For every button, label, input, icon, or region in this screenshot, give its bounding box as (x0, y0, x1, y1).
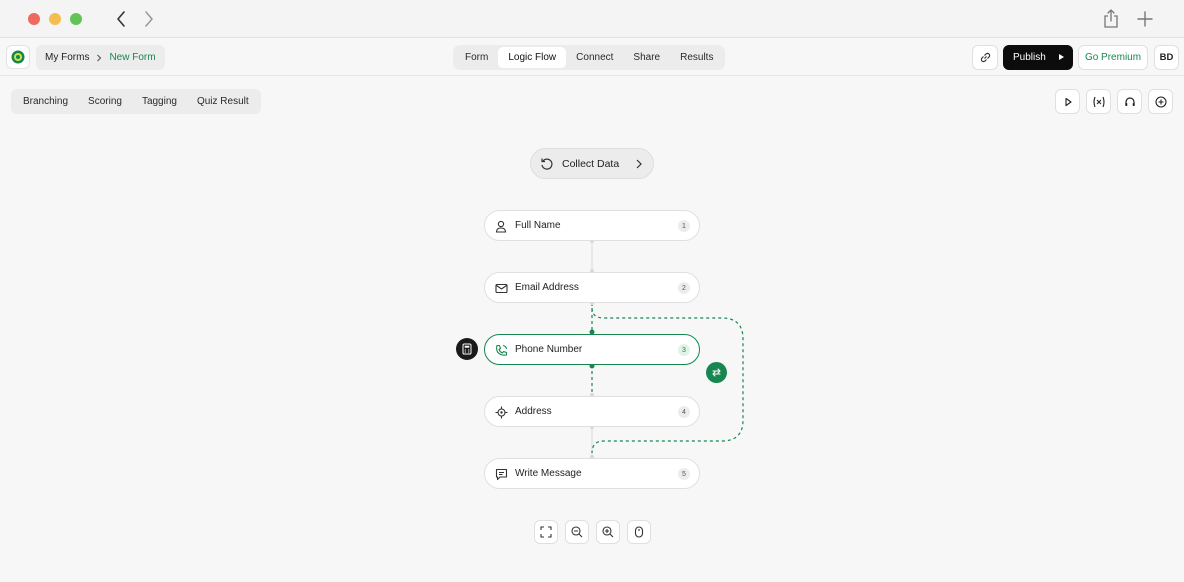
link-icon (980, 52, 990, 63)
app-header: My Forms New Form Form Logic Flow Connec… (0, 39, 1184, 76)
chevron-right-icon (97, 54, 102, 61)
node-label: Write Message (515, 468, 582, 479)
zoom-out-button[interactable] (565, 520, 589, 544)
preview-button[interactable] (1055, 89, 1080, 114)
tab-logic-flow[interactable]: Logic Flow (498, 47, 567, 68)
subtab-branching[interactable]: Branching (13, 91, 78, 112)
zoom-out-icon (571, 526, 583, 538)
main-tabs: Form Logic Flow Connect Share Results (453, 45, 726, 70)
node-number-badge: 3 (678, 344, 690, 356)
chevron-right-icon (636, 159, 642, 169)
caret-right-icon (1059, 54, 1064, 60)
location-icon (494, 405, 508, 419)
logic-subtabs: Branching Scoring Tagging Quiz Result (11, 89, 261, 114)
mouse-mode-button[interactable] (627, 520, 651, 544)
avatar[interactable]: BD (1154, 45, 1179, 70)
calculator-icon (462, 343, 472, 355)
phone-icon (494, 343, 508, 357)
flow-node-full-name[interactable]: Full Name 1 (484, 210, 700, 241)
mail-icon (494, 281, 508, 295)
branch-logic-button[interactable] (706, 362, 727, 383)
swap-arrows-icon (712, 368, 721, 377)
publish-button[interactable]: Publish (1003, 45, 1073, 70)
node-number-badge: 5 (678, 468, 690, 480)
share-icon[interactable] (1100, 8, 1122, 30)
node-number-badge: 1 (678, 220, 690, 232)
mouse-icon (634, 526, 644, 538)
flow-node-write-message[interactable]: Write Message 5 (484, 458, 700, 489)
flow-node-address[interactable]: Address 4 (484, 396, 700, 427)
flow-node-email-address[interactable]: Email Address 2 (484, 272, 700, 303)
maximize-window-button[interactable] (70, 13, 82, 25)
variables-button[interactable] (1086, 89, 1111, 114)
tab-form[interactable]: Form (455, 47, 498, 68)
publish-label: Publish (1013, 52, 1046, 63)
fullscreen-icon (540, 526, 552, 538)
message-icon (494, 467, 508, 481)
node-label: Address (515, 406, 552, 417)
forward-arrow-icon[interactable] (138, 8, 160, 30)
subtab-tagging[interactable]: Tagging (132, 91, 187, 112)
breadcrumb-root[interactable]: My Forms (45, 52, 89, 63)
plus-circle-icon (1154, 95, 1167, 108)
breadcrumb: My Forms New Form (36, 45, 165, 70)
node-label: Email Address (515, 282, 579, 293)
window-titlebar (0, 0, 1184, 38)
variable-icon (1092, 96, 1105, 107)
close-window-button[interactable] (28, 13, 40, 25)
support-button[interactable] (1117, 89, 1142, 114)
node-label: Full Name (515, 220, 561, 231)
calculator-button[interactable] (456, 338, 478, 360)
node-number-badge: 4 (678, 406, 690, 418)
subtab-quiz-result[interactable]: Quiz Result (187, 91, 259, 112)
breadcrumb-current[interactable]: New Form (109, 52, 155, 63)
go-premium-button[interactable]: Go Premium (1078, 45, 1148, 70)
play-icon (1064, 97, 1072, 106)
fit-view-button[interactable] (534, 520, 558, 544)
subtab-scoring[interactable]: Scoring (78, 91, 132, 112)
app-logo-icon[interactable] (6, 45, 30, 69)
flow-node-phone-number[interactable]: Phone Number 3 (484, 334, 700, 365)
node-label: Phone Number (515, 344, 583, 355)
tab-share[interactable]: Share (623, 47, 670, 68)
copy-link-button[interactable] (972, 45, 998, 70)
back-arrow-icon[interactable] (110, 8, 132, 30)
refresh-icon (541, 158, 553, 170)
tab-connect[interactable]: Connect (566, 47, 623, 68)
zoom-in-button[interactable] (596, 520, 620, 544)
zoom-in-icon (602, 526, 614, 538)
headset-icon (1124, 96, 1135, 106)
tab-results[interactable]: Results (670, 47, 723, 68)
person-icon (494, 219, 508, 233)
add-button[interactable] (1148, 89, 1173, 114)
collect-data-button[interactable]: Collect Data (530, 148, 654, 179)
collect-data-label: Collect Data (562, 158, 620, 170)
minimize-window-button[interactable] (49, 13, 61, 25)
new-tab-icon[interactable] (1134, 8, 1156, 30)
node-number-badge: 2 (678, 282, 690, 294)
